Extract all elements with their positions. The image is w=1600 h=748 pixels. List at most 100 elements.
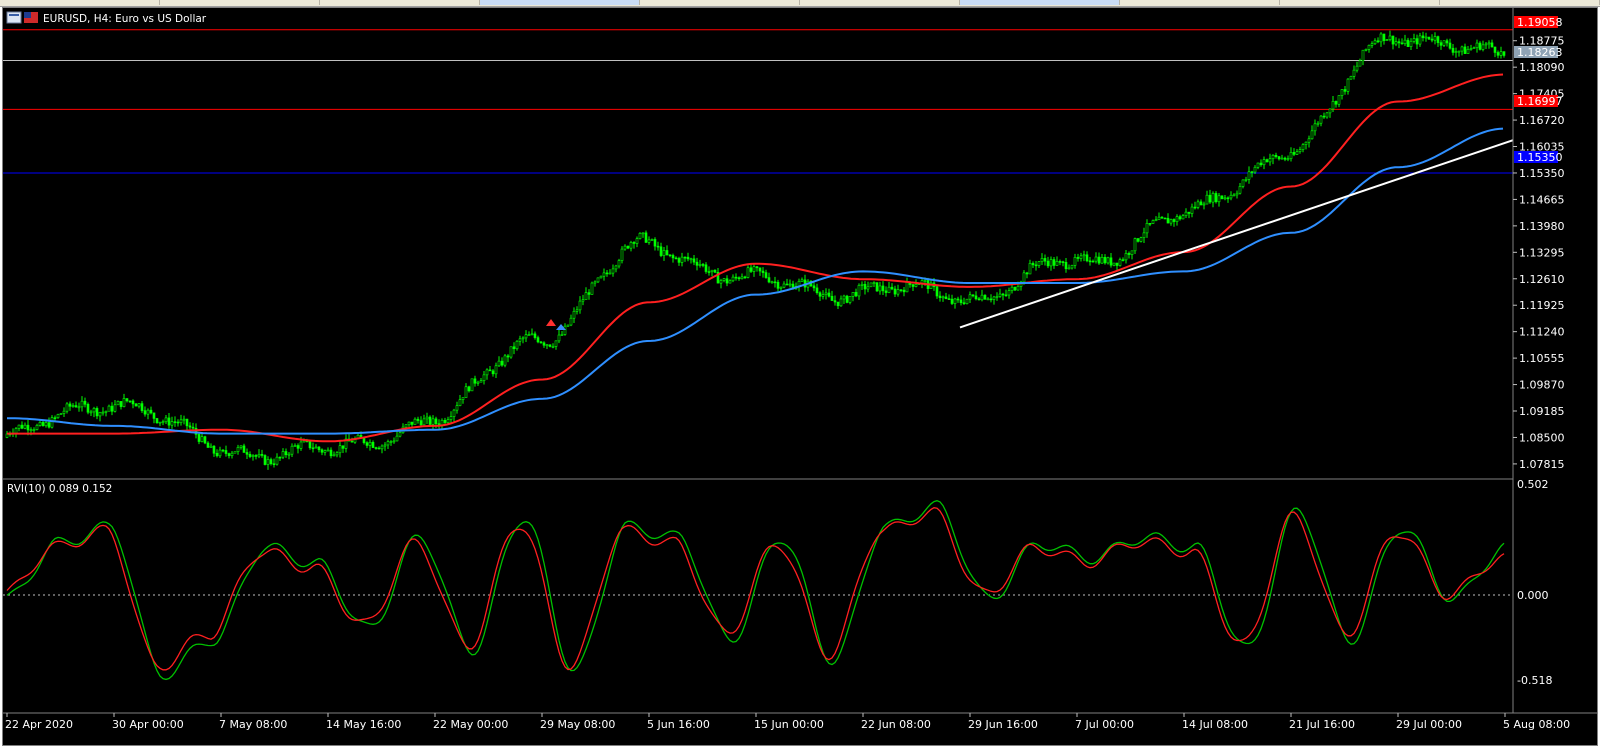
candle-body (170, 421, 174, 426)
candle-body (290, 445, 294, 455)
candle-body (221, 449, 225, 452)
candle-body (602, 272, 606, 277)
candle-body (857, 285, 861, 297)
candle-body (1478, 42, 1482, 50)
chart-tab[interactable] (0, 0, 160, 5)
candle-body (182, 418, 186, 421)
candle-body (137, 403, 141, 407)
candle-body (311, 447, 315, 450)
chart-tab[interactable] (480, 0, 640, 5)
candle-body (818, 292, 822, 297)
chart-tab[interactable] (160, 0, 320, 5)
chart-window[interactable]: EURUSD, H4: Euro vs US Dollar 1.18775 1.1… (2, 7, 1598, 746)
chart-tab[interactable] (320, 0, 480, 5)
candle-body (320, 449, 324, 453)
candle-body (1154, 219, 1158, 222)
moving-average-line[interactable] (7, 127, 1504, 435)
candle-body (752, 266, 756, 272)
candle-body (1337, 95, 1341, 105)
candle-body (1379, 33, 1383, 43)
candle-body (1439, 42, 1443, 46)
candle-body (485, 369, 489, 376)
candle-body (914, 284, 918, 287)
candle-body (839, 298, 843, 307)
candle-body (1103, 257, 1107, 264)
candle-body (758, 267, 762, 272)
candle-body (1229, 194, 1233, 199)
candle-body (503, 355, 507, 366)
candle-body (1475, 42, 1479, 48)
candle-body (1214, 193, 1218, 203)
candle-body (1424, 36, 1428, 39)
candle-body (986, 298, 990, 301)
candle-body (1454, 51, 1458, 53)
candle-body (572, 310, 576, 319)
candle-body (74, 405, 78, 408)
candle-body (65, 403, 69, 412)
chart-tab[interactable] (1280, 0, 1440, 5)
candle-body (854, 292, 858, 297)
chart-tab[interactable] (1120, 0, 1280, 5)
candle-body (1079, 255, 1083, 259)
candle-body (1127, 253, 1131, 255)
moving-average-line[interactable] (7, 73, 1504, 443)
candle-body (131, 400, 135, 405)
time-tick-label: 22 Apr 2020 (5, 718, 73, 731)
candle-body (1211, 193, 1215, 203)
chart-tab[interactable] (640, 0, 800, 5)
trendline[interactable] (959, 139, 1514, 329)
candle-body (971, 294, 975, 297)
candle-body (653, 239, 657, 247)
candle-body (218, 449, 222, 457)
time-tick-label: 22 Jun 08:00 (861, 718, 931, 731)
candle-body (725, 278, 729, 284)
candle-body (314, 446, 318, 449)
candle-body (1049, 259, 1053, 267)
candle-body (1037, 261, 1041, 266)
chart-tab[interactable] (960, 0, 1120, 5)
chart-tab[interactable] (800, 0, 960, 5)
candle-body (1352, 69, 1356, 77)
candle-body (23, 424, 27, 429)
candle-body (338, 445, 342, 454)
candle-body (1238, 186, 1242, 194)
candle-body (905, 281, 909, 293)
candle-body (368, 442, 372, 446)
price-tick-label: 1.11240 (1519, 326, 1565, 339)
chart-tab[interactable] (1440, 0, 1600, 5)
candle-body (224, 450, 228, 454)
candle-body (1409, 40, 1413, 47)
candle-body (479, 380, 483, 383)
candle-body (1301, 144, 1305, 150)
candle-body (899, 289, 903, 291)
candle-body (983, 294, 987, 300)
rvi-line (6, 507, 1505, 671)
candle-body (1196, 201, 1200, 208)
candle-body (1388, 35, 1392, 40)
candle-body (665, 250, 669, 256)
candle-body (608, 272, 612, 275)
candle-body (32, 429, 36, 431)
candle-body (1493, 46, 1497, 53)
candle-body (176, 421, 180, 424)
price-chart[interactable]: EURUSD, H4: Euro vs US Dollar 1.187751.1… (3, 8, 1597, 745)
candle-body (1115, 262, 1119, 266)
symbol-title: EURUSD, H4: Euro vs US Dollar (43, 13, 207, 25)
candle-body (308, 440, 312, 449)
svg-text:1.15350: 1.15350 (1517, 151, 1563, 164)
candle-body (1133, 238, 1137, 252)
candle-body (284, 451, 288, 456)
candle-body (239, 445, 243, 448)
candle-body (1451, 47, 1455, 53)
candle-body (17, 424, 21, 429)
candle-body (1202, 203, 1206, 206)
indicator-axis-zero: 0.000 (1517, 589, 1549, 602)
price-tick-label: 1.11925 (1519, 299, 1565, 312)
candle-body (1031, 263, 1035, 266)
candle-body (773, 281, 777, 284)
candle-body (518, 338, 522, 342)
candle-body (1346, 78, 1350, 92)
candle-body (35, 425, 39, 430)
candle-body (1412, 38, 1416, 42)
candle-body (482, 374, 486, 381)
